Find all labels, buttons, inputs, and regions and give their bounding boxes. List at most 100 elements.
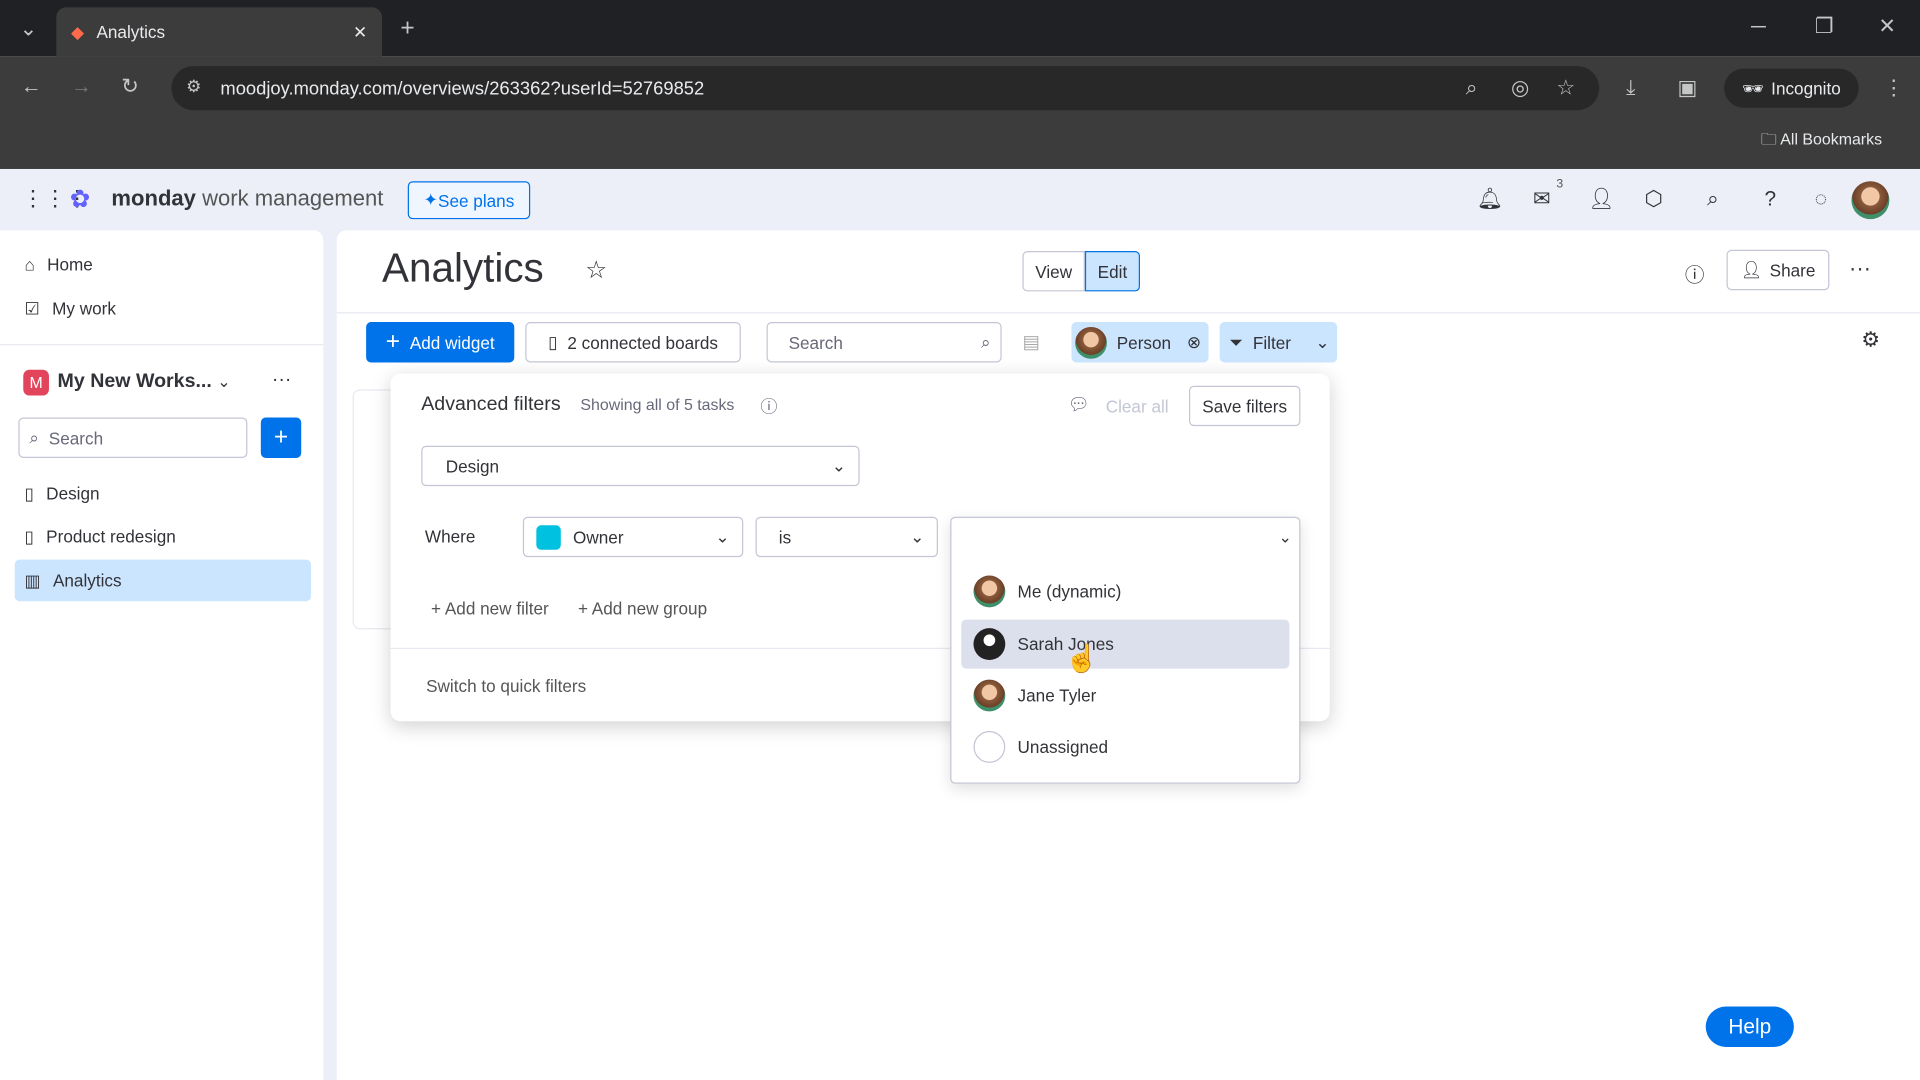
help-icon[interactable]: ? [1764, 187, 1776, 211]
option-me-dynamic[interactable]: Me (dynamic) [961, 567, 1289, 616]
add-widget-button[interactable]: + Add widget [366, 322, 515, 363]
workspace-name: My New Works... [57, 371, 212, 392]
option-label: Me (dynamic) [1017, 581, 1122, 602]
design-label: Design [46, 483, 100, 504]
sidebar-item-my-work[interactable]: ☑ My work [15, 288, 311, 330]
inbox-icon[interactable]: ✉ [1533, 187, 1550, 211]
chevron-down-icon[interactable]: ⌄ [1278, 528, 1291, 548]
close-window-icon[interactable]: ✕ [1878, 15, 1895, 39]
monday-favicon-icon: ◆ [71, 21, 85, 42]
chevron-down-icon: ⌄ [715, 526, 730, 547]
person-avatar [1075, 326, 1107, 359]
add-new-filter-button[interactable]: + Add new filter [431, 599, 549, 619]
filters-count: Showing all of 5 tasks [580, 395, 735, 414]
add-item-button[interactable]: + [260, 417, 302, 458]
analytics-label: Analytics [52, 570, 122, 591]
forward-icon[interactable]: → [71, 75, 92, 99]
favorite-star-icon[interactable]: ☆ [585, 255, 607, 286]
board-select[interactable]: Design ⌄ [421, 445, 860, 487]
connected-boards-button[interactable]: ▯ 2 connected boards [525, 322, 741, 363]
info-icon[interactable]: ⓘ [760, 394, 777, 418]
brand: monday work management [111, 186, 383, 212]
integrations-icon[interactable]: ⬡ [1644, 187, 1662, 211]
download-icon[interactable]: ⤓ [1626, 76, 1635, 100]
browser-menu-icon[interactable]: ⋮ [1883, 76, 1904, 100]
help-button[interactable]: Help [1705, 1006, 1794, 1047]
save-filters-button[interactable]: Save filters [1188, 385, 1301, 427]
workspace-more-icon[interactable]: ··· [272, 370, 292, 392]
person-label: Person [1116, 332, 1172, 353]
board-icon: ▯ [548, 331, 558, 352]
see-plans-label: See plans [438, 190, 515, 211]
zoom-icon[interactable]: ⌕ [1466, 76, 1478, 100]
user-avatar[interactable] [1851, 181, 1890, 220]
all-bookmarks[interactable]: 🗀 All Bookmarks [1761, 129, 1882, 156]
back-icon[interactable]: ← [21, 75, 42, 99]
person-filter-button[interactable]: Person ⊗ [1071, 322, 1209, 363]
board-search-input[interactable]: Search ⌕ [766, 322, 1002, 363]
chevron-down-icon: ⌄ [217, 372, 231, 391]
search-icon: ⌕ [981, 331, 991, 352]
switch-quick-filters-link[interactable]: Switch to quick filters [426, 676, 586, 696]
bookmark-star-icon[interactable]: ☆ [1556, 76, 1575, 100]
question-icon[interactable]: ⓘ [1685, 258, 1705, 287]
clear-all-button[interactable]: Clear all [1106, 397, 1169, 417]
incognito-indicator[interactable]: 🕶 Incognito [1724, 68, 1859, 108]
more-options-icon[interactable]: ··· [1849, 256, 1871, 282]
avatar [973, 628, 1006, 661]
option-sarah-jones[interactable]: Sarah Jones [961, 619, 1290, 669]
sidebar-search-input[interactable]: ⌕ Search [18, 417, 248, 458]
sidebar-item-design[interactable]: ▯ Design [15, 473, 311, 515]
edit-mode-button[interactable]: Edit [1084, 251, 1141, 292]
workspace-selector[interactable]: My New Works... ⌄ [58, 371, 231, 393]
option-label: Jane Tyler [1017, 685, 1097, 706]
search-placeholder: Search [48, 427, 104, 448]
sidebar-item-home[interactable]: ⌂ Home [15, 244, 311, 286]
browser-tab[interactable]: ◆ Analytics ✕ [56, 7, 383, 57]
site-info-icon[interactable]: ⚙ [186, 76, 201, 97]
share-person-icon: 👤︎ [1740, 259, 1763, 280]
eye-off-icon[interactable]: ◎ [1511, 76, 1529, 100]
sidebar-item-product-redesign[interactable]: ▯ Product redesign [15, 516, 311, 558]
add-new-group-button[interactable]: + Add new group [578, 599, 707, 619]
view-label: View [1035, 261, 1073, 282]
minimize-icon[interactable]: ─ [1751, 15, 1766, 39]
column-select-value: Owner [573, 527, 624, 547]
view-mode-button[interactable]: View [1022, 251, 1085, 292]
column-select[interactable]: Owner ⌄ [522, 516, 744, 558]
chevron-down-icon: ⌄ [910, 526, 925, 547]
close-tab-icon[interactable]: ✕ [353, 21, 367, 42]
condition-select[interactable]: is ⌄ [755, 516, 938, 558]
option-jane-tyler[interactable]: Jane Tyler [961, 671, 1289, 720]
sidebar-item-analytics[interactable]: ▥ Analytics [14, 559, 312, 602]
option-unassigned[interactable]: Unassigned [961, 722, 1289, 771]
workspace-icon[interactable]: ◌ [1815, 187, 1827, 211]
unassigned-avatar-icon [973, 731, 1006, 763]
restore-icon[interactable]: ❐ [1815, 15, 1834, 39]
brand-sub: work management [202, 186, 384, 211]
search-placeholder: Search [788, 332, 843, 353]
url-text: moodjoy.monday.com/overviews/263362?user… [220, 77, 705, 99]
chevron-down-icon[interactable]: ⌄ [1315, 332, 1329, 353]
share-button[interactable]: 👤︎ Share [1726, 249, 1830, 291]
filter-button[interactable]: ⏷ Filter ⌄ [1219, 322, 1338, 363]
plus-icon: + [385, 328, 401, 356]
save-view-icon[interactable]: ▤ [1022, 331, 1039, 353]
address-bar[interactable]: ⚙ moodjoy.monday.com/overviews/263362?use… [171, 66, 1600, 111]
invite-icon[interactable]: 👤︎ [1588, 187, 1614, 211]
new-tab-icon[interactable]: + [400, 15, 414, 43]
chat-icon[interactable]: 💬︎ [1068, 394, 1090, 415]
search-icon: ⌕ [29, 427, 39, 447]
settings-gear-icon[interactable]: ⚙ [1861, 328, 1880, 352]
board-select-value: Design [445, 456, 500, 476]
filter-icon: ⏷ [1229, 331, 1244, 352]
clear-person-icon[interactable]: ⊗ [1187, 332, 1201, 353]
tab-title: Analytics [96, 22, 166, 42]
notifications-icon[interactable]: 🔔︎ [1477, 187, 1503, 211]
see-plans-button[interactable]: ✦ See plans [407, 181, 531, 220]
add-widget-label: Add widget [409, 332, 495, 353]
search-icon[interactable]: ⌕ [1707, 187, 1719, 211]
tab-search-icon[interactable]: ⌄ [20, 17, 37, 41]
sidepanel-icon[interactable]: ▣ [1678, 76, 1698, 100]
reload-icon[interactable]: ↻ [121, 75, 138, 99]
